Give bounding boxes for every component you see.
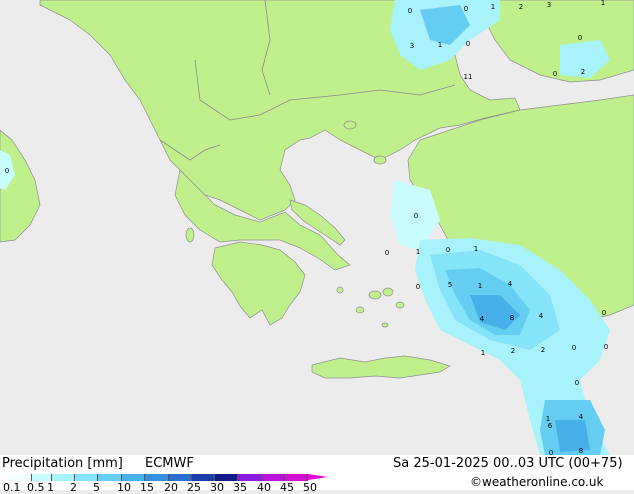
precip-value-label: 0 [602, 309, 606, 317]
precip-value-label: 2 [581, 68, 585, 76]
legend-swatch [192, 474, 215, 481]
precipitation-map: 0 0 1 2 3 103 1 011 0 2000 1 0 10 5 1 44 8 4 01 2 2 0 0001 468 [0, 0, 634, 455]
precip-value-label: 4 [539, 312, 544, 320]
precip-value-label: 4 [579, 413, 584, 421]
precip-value-label: 1 [478, 282, 482, 290]
legend-tick: 50 [303, 481, 317, 494]
precip-value-label: 3 [410, 42, 414, 50]
footer: Precipitation [mm] ECMWF Sa 25-01-2025 0… [0, 455, 634, 494]
legend-tick: 15 [140, 481, 154, 494]
legend-tick: 2 [70, 481, 77, 494]
legend-swatch [145, 474, 169, 481]
legend-swatch [75, 474, 98, 481]
precip-value-label: 0 [553, 70, 557, 78]
precip-value-label: 0 [464, 5, 468, 13]
precip-value-label: 5 [448, 281, 452, 289]
precip-value-label: 6 [548, 422, 553, 430]
precip-value-label: 2 [541, 346, 545, 354]
legend-swatch [98, 474, 122, 481]
precip-value-label: 1 [416, 248, 420, 256]
precip-value-label: 0 [575, 379, 579, 387]
copyright: ©weatheronline.co.uk [470, 475, 604, 489]
legend-tick: 40 [257, 481, 271, 494]
legend-swatch [52, 474, 75, 481]
legend-swatch [8, 474, 32, 481]
legend-arrow [308, 474, 328, 480]
precip-value-label: 0 [604, 343, 608, 351]
precip-value-label: 2 [511, 347, 515, 355]
valid-time: Sa 25-01-2025 00..03 UTC (00+75) [393, 456, 623, 471]
legend-swatch [285, 474, 308, 481]
precip-value-label: 8 [579, 447, 583, 455]
legend-swatch [262, 474, 285, 481]
legend-tick: 45 [280, 481, 294, 494]
legend-swatch [238, 474, 262, 481]
precip-value-label: 1 [474, 245, 478, 253]
precip-value-label: 0 [5, 167, 9, 175]
precip-value-label: 0 [408, 7, 412, 15]
precip-value-label: 1 [438, 41, 442, 49]
precip-value-label: 0 [572, 344, 576, 352]
precip-value-label: 1 [601, 0, 605, 7]
legend-swatch [32, 474, 52, 481]
precip-value-label: 2 [519, 3, 523, 11]
precip-value-label: 4 [480, 315, 485, 323]
legend-tick: 25 [187, 481, 201, 494]
precip-value-label: 0 [446, 246, 450, 254]
legend-tick: 1 [47, 481, 54, 494]
legend-tick: 0.5 [27, 481, 45, 494]
model-name: ECMWF [145, 456, 194, 471]
precip-value-label: 3 [547, 1, 551, 9]
precip-value-label: 0 [578, 34, 582, 42]
legend-tick: 5 [93, 481, 100, 494]
legend-tick: 35 [233, 481, 247, 494]
precip-value-label: 11 [464, 73, 473, 81]
legend-tick: 20 [164, 481, 178, 494]
precip-value-label: 8 [510, 314, 514, 322]
legend-swatch [169, 474, 192, 481]
chart-title: Precipitation [mm] [2, 456, 123, 471]
legend-swatch [215, 474, 238, 481]
precip-value-label: 0 [414, 212, 418, 220]
precip-value-label: 1 [481, 349, 485, 357]
legend-tick: 0.1 [3, 481, 21, 494]
precip-value-label: 0 [466, 40, 470, 48]
legend-tick: 30 [210, 481, 224, 494]
precip-value-label: 1 [491, 3, 495, 11]
precip-value-label: 0 [416, 283, 420, 291]
legend-swatch [122, 474, 145, 481]
precip-value-label: 0 [385, 249, 389, 257]
precip-value-label: 4 [508, 280, 513, 288]
legend-tick: 10 [117, 481, 131, 494]
